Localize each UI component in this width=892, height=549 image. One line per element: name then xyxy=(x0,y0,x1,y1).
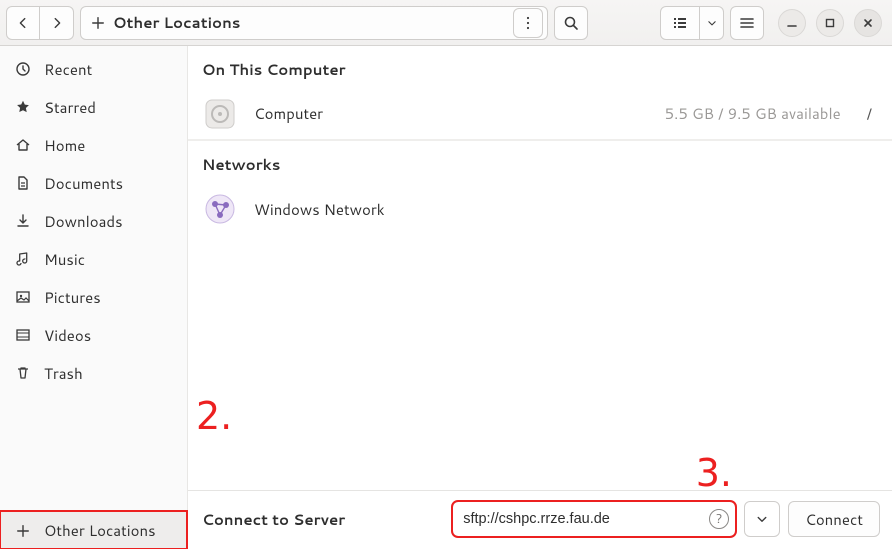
maximize-button[interactable] xyxy=(816,9,844,37)
chevron-right-icon xyxy=(50,16,64,30)
sidebar-item-label: Documents xyxy=(44,173,123,194)
maximize-icon xyxy=(824,17,836,29)
sidebar: Recent Starred Home Documents Downloads … xyxy=(0,46,188,549)
sidebar-item-label: Other Locations xyxy=(44,520,156,541)
section-on-this-computer: On This Computer xyxy=(188,46,892,88)
row-windows-network[interactable]: Windows Network xyxy=(188,183,892,235)
sidebar-item-starred[interactable]: Starred xyxy=(0,88,187,126)
sidebar-item-label: Trash xyxy=(44,363,83,384)
trash-icon xyxy=(15,365,31,381)
sidebar-item-label: Starred xyxy=(44,97,96,118)
kebab-icon xyxy=(522,16,534,30)
home-icon xyxy=(15,137,31,153)
view-list-button[interactable] xyxy=(660,6,700,40)
connect-button-label: Connect xyxy=(805,509,863,530)
sidebar-item-label: Recent xyxy=(44,59,92,80)
chevron-left-icon xyxy=(16,16,30,30)
connect-button[interactable]: Connect xyxy=(788,501,880,537)
recent-servers-button[interactable] xyxy=(744,501,780,537)
minimize-icon xyxy=(786,17,798,29)
chevron-down-icon xyxy=(707,18,717,28)
sidebar-item-label: Videos xyxy=(44,325,91,346)
plus-icon xyxy=(91,16,105,30)
view-options-button[interactable] xyxy=(700,6,724,40)
row-label: Windows Network xyxy=(254,199,385,220)
nav-back-forward xyxy=(6,6,74,40)
path-bar: Other Locations xyxy=(80,6,548,40)
hamburger-icon xyxy=(739,15,755,31)
row-path: / xyxy=(867,103,872,124)
sidebar-item-videos[interactable]: Videos xyxy=(0,316,187,354)
clock-icon xyxy=(15,61,31,77)
main-pane: On This Computer Computer 5.5 GB / 9.5 G… xyxy=(188,46,892,549)
sidebar-item-recent[interactable]: Recent xyxy=(0,50,187,88)
sidebar-item-label: Pictures xyxy=(44,287,101,308)
sidebar-item-documents[interactable]: Documents xyxy=(0,164,187,202)
videos-icon xyxy=(15,327,31,343)
sidebar-item-downloads[interactable]: Downloads xyxy=(0,202,187,240)
connect-label: Connect to Server xyxy=(200,509,345,530)
star-icon xyxy=(15,99,31,115)
help-icon[interactable]: ? xyxy=(709,509,729,529)
sidebar-item-music[interactable]: Music xyxy=(0,240,187,278)
section-networks: Networks xyxy=(188,140,892,183)
sidebar-item-other-locations[interactable]: Other Locations xyxy=(0,511,187,549)
row-subtext: 5.5 GB / 9.5 GB available xyxy=(665,103,841,124)
drive-icon xyxy=(202,96,238,132)
path-label: Other Locations xyxy=(113,12,240,33)
pictures-icon xyxy=(15,289,31,305)
back-button[interactable] xyxy=(6,6,40,40)
close-icon xyxy=(862,17,874,29)
sidebar-item-label: Music xyxy=(44,249,85,270)
sidebar-item-label: Downloads xyxy=(44,211,123,232)
sidebar-item-pictures[interactable]: Pictures xyxy=(0,278,187,316)
sidebar-item-label: Home xyxy=(44,135,85,156)
documents-icon xyxy=(15,175,31,191)
list-icon xyxy=(672,15,688,31)
header-bar: Other Locations xyxy=(0,0,892,46)
sidebar-item-home[interactable]: Home xyxy=(0,126,187,164)
connect-input-wrap: ? xyxy=(452,501,736,537)
connect-bar: Connect to Server ? Connect xyxy=(188,490,892,549)
hamburger-menu-button[interactable] xyxy=(730,6,764,40)
download-icon xyxy=(15,213,31,229)
view-switch xyxy=(660,6,724,40)
chevron-down-icon xyxy=(756,513,768,525)
path-menu-button[interactable] xyxy=(513,8,543,38)
forward-button[interactable] xyxy=(40,6,74,40)
window-controls xyxy=(778,9,882,37)
search-button[interactable] xyxy=(554,6,588,40)
server-address-input[interactable] xyxy=(463,511,709,527)
music-icon xyxy=(15,251,31,267)
row-label: Computer xyxy=(254,103,323,124)
plus-icon xyxy=(16,524,30,538)
row-computer[interactable]: Computer 5.5 GB / 9.5 GB available / xyxy=(188,88,892,140)
network-icon xyxy=(202,191,238,227)
search-icon xyxy=(563,15,579,31)
sidebar-item-trash[interactable]: Trash xyxy=(0,354,187,392)
close-button[interactable] xyxy=(854,9,882,37)
minimize-button[interactable] xyxy=(778,9,806,37)
